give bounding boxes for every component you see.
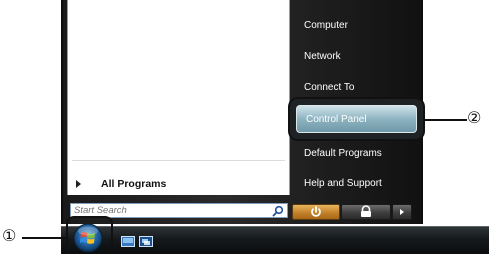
menu-item-default-programs[interactable]: Default Programs (304, 148, 382, 159)
search-icon[interactable] (272, 205, 284, 217)
power-button[interactable] (292, 204, 340, 220)
power-options-arrow-button[interactable] (392, 204, 412, 220)
menu-item-network[interactable]: Network (304, 51, 341, 62)
control-panel-label: Control Panel (306, 114, 367, 125)
menu-item-help-and-support[interactable]: Help and Support (304, 178, 382, 189)
callout-2: ② (467, 108, 482, 127)
menu-item-computer[interactable]: Computer (304, 20, 348, 31)
divider (72, 160, 285, 161)
callout-1-leader (22, 237, 66, 239)
show-desktop-icon[interactable] (121, 236, 135, 247)
all-programs-item[interactable]: All Programs (76, 175, 276, 193)
lock-icon (361, 205, 371, 217)
power-icon (311, 206, 321, 217)
lock-button[interactable] (341, 204, 391, 220)
switch-windows-icon[interactable] (139, 236, 153, 247)
callout-1: ① (2, 226, 17, 245)
menu-item-connect-to[interactable]: Connect To (304, 82, 354, 93)
arrow-right-icon (400, 209, 404, 215)
start-menu-left-pane: All Programs (67, 0, 290, 195)
all-programs-label: All Programs (101, 178, 167, 190)
callout-2-leader (425, 119, 467, 121)
triangle-right-icon (76, 180, 81, 188)
windows-orb-icon[interactable] (71, 222, 105, 253)
